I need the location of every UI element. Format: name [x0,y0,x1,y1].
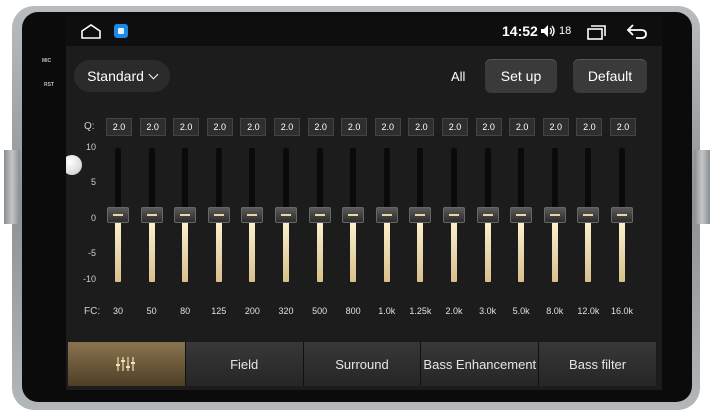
default-button[interactable]: Default [573,59,647,93]
slider-fill [115,215,121,282]
slider-fill [249,215,256,282]
eq-band: 2.0 320 [271,116,301,326]
slider-fill [484,215,491,282]
eq-band: 2.0 800 [338,116,368,326]
q-value[interactable]: 2.0 [475,118,502,136]
reset-label: RST [44,82,54,88]
eq-band: 2.0 30 [103,116,133,326]
recents-icon[interactable] [586,24,606,40]
q-value[interactable]: 2.0 [341,118,368,136]
equalizer-icon [116,357,136,371]
q-value[interactable]: 2.0 [542,118,569,136]
all-toggle[interactable]: All [451,69,465,84]
slider-fill [283,215,289,282]
slider-fill [417,215,424,282]
scale-label: -10 [82,274,96,284]
q-value[interactable]: 2.0 [374,118,401,136]
scale-label: 0 [90,213,96,223]
eq-band: 2.0 200 [237,116,267,326]
volume-icon[interactable] [540,24,556,38]
eq-band: 2.0 16.0k [607,116,637,326]
tab-bar: Field Surround Bass Enhancement Bass fil… [68,342,656,386]
q-value[interactable]: 2.0 [106,118,132,136]
q-value[interactable]: 2.0 [173,118,200,136]
slider-thumb[interactable] [543,207,566,223]
tab-equalizer[interactable] [68,342,186,386]
eq-band: 2.0 80 [170,116,200,326]
mount-bracket-left [4,150,20,224]
q-value[interactable]: 2.0 [610,118,636,136]
slider-fill [551,215,558,282]
q-value[interactable]: 2.0 [240,118,267,136]
slider-fill [182,215,189,282]
slider-thumb[interactable] [342,207,365,223]
eq-band: 2.0 2.0k [439,116,469,326]
tab-bass-filter[interactable]: Bass filter [539,342,656,386]
q-value[interactable]: 2.0 [509,118,536,136]
scale-label: 10 [85,142,96,152]
slider-fill [585,215,592,282]
q-value[interactable]: 2.0 [206,118,233,136]
q-value[interactable]: 2.0 [139,118,166,136]
volume-level: 18 [559,25,572,37]
slider-thumb[interactable] [308,207,331,223]
slider-thumb[interactable] [241,207,264,223]
slider-fill [451,215,457,282]
q-value[interactable]: 2.0 [274,118,300,136]
setup-button[interactable]: Set up [485,59,557,93]
status-bar: 14:52 18 [66,16,662,46]
tab-surround[interactable]: Surround [303,342,422,386]
slider-fill [316,215,323,282]
scale-label: -5 [87,248,96,258]
slider-fill [383,215,390,282]
slider-thumb[interactable] [577,207,600,223]
eq-band: 2.0 12.0k [573,116,603,326]
preset-label: Standard [87,68,144,84]
slider-thumb[interactable] [174,207,197,223]
back-icon[interactable] [626,23,648,39]
slider-fill [350,215,357,282]
eq-band: 2.0 1.25k [405,116,435,326]
slider-thumb[interactable] [207,207,230,223]
tab-field[interactable]: Field [185,342,304,386]
slider-thumb[interactable] [611,207,633,223]
q-value[interactable]: 2.0 [576,118,603,136]
q-label: Q: [84,121,95,132]
slider-thumb[interactable] [476,207,499,223]
slider-thumb[interactable] [275,207,297,223]
status-time: 14:52 [502,23,538,39]
app-icon[interactable] [114,24,128,38]
q-value[interactable]: 2.0 [442,118,468,136]
slider-fill [148,215,155,282]
q-value[interactable]: 2.0 [408,118,435,136]
eq-band: 2.0 8.0k [540,116,570,326]
floating-assist-button[interactable] [66,155,82,175]
equalizer-screen: 14:52 18 Standard All Set up Default Q: … [66,16,662,390]
scale-label: 5 [90,177,96,187]
slider-thumb[interactable] [375,207,398,223]
eq-band: 2.0 500 [305,116,335,326]
q-value[interactable]: 2.0 [307,118,334,136]
slider-thumb[interactable] [443,207,465,223]
eq-band: 2.0 1.0k [372,116,402,326]
mount-bracket-right [694,150,710,224]
slider-thumb[interactable] [107,207,129,223]
eq-band: 2.0 50 [137,116,167,326]
fc-value: 16.0k [610,306,634,316]
preset-dropdown[interactable]: Standard [74,60,170,92]
eq-band: 2.0 3.0k [473,116,503,326]
slider-thumb[interactable] [510,207,533,223]
home-icon[interactable] [80,23,102,39]
eq-band: 2.0 125 [204,116,234,326]
mic-label: MIC [42,58,52,64]
slider-thumb[interactable] [409,207,432,223]
slider-fill [619,215,625,282]
eq-band: 2.0 5.0k [506,116,536,326]
slider-fill [215,215,222,282]
slider-fill [518,215,525,282]
tab-bass-enhancement[interactable]: Bass Enhancement [421,342,540,386]
chevron-down-icon [148,69,159,79]
slider-thumb[interactable] [140,207,163,223]
